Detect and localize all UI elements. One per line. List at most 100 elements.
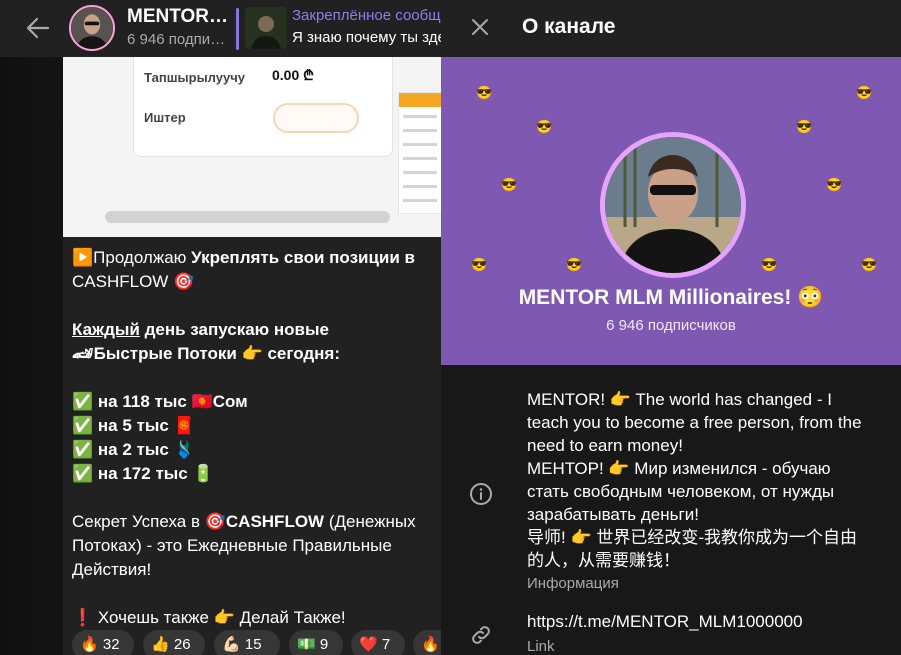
message-screenshot[interactable]: Тапшырылуучу 0.00 ₾ Иштер <box>63 57 441 237</box>
fire-icon: 🔥 <box>80 636 99 653</box>
reaction-count: 7 <box>381 636 391 653</box>
text-span: день запускаю новые <box>139 320 329 339</box>
horizontal-scrollbar <box>105 211 390 223</box>
side-item <box>403 171 437 174</box>
text-span: 👉 сегодня: <box>236 344 341 363</box>
link-icon <box>472 626 490 644</box>
channel-description[interactable]: MENTOR! 👉 The world has changed - I teac… <box>527 388 893 572</box>
balance-value: 0.00 ₾ <box>272 67 314 83</box>
reaction-count: 9 <box>319 636 329 653</box>
channel-link[interactable]: https://t.me/MENTOR_MLM1000000 <box>527 612 803 632</box>
balance-card: Тапшырылуучу 0.00 ₾ Иштер <box>133 57 393 157</box>
text-span: (Денежных <box>324 512 416 531</box>
reaction-heart[interactable]: ❤️ 7 <box>351 630 405 655</box>
text-span: Секрет Успеха в 🎯 <box>72 512 226 531</box>
car-icon: 🏎 <box>72 344 94 363</box>
reactions-bar: 🔥 32 👍 26 💪🏻 15 💵 9 ❤️ 7 🔥 <box>72 630 441 655</box>
fire-icon: 🔥 <box>421 636 440 653</box>
channel-subscribers: 6 946 подпи… <box>127 31 226 48</box>
text-span: на 118 тыс <box>97 392 187 411</box>
reaction-fire-2[interactable]: 🔥 <box>413 630 441 655</box>
pattern-icon: 😎 <box>501 177 518 192</box>
text-span: CASHFLOW <box>225 512 325 531</box>
pattern-icon: 😎 <box>856 85 873 100</box>
pattern-icon: 😎 <box>761 257 778 272</box>
check-icon: ✅ <box>72 440 94 459</box>
message-text: ▶️Продолжаю Укреплять свои позиции в CAS… <box>72 246 437 630</box>
pattern-icon: 😎 <box>826 177 843 192</box>
pattern-icon: 😎 <box>476 85 493 100</box>
pinned-text[interactable]: Я знаю почему ты здесь <box>292 29 441 46</box>
description-line: need to earn money! <box>527 436 683 455</box>
reaction-count: 15 <box>244 636 262 653</box>
chat-header: MENTOR… 6 946 подпи… Закреплённое сообще… <box>0 0 441 57</box>
text-line: ❗ Хочешь также 👉 Делай Также! <box>72 608 346 627</box>
text-span: 🧧 <box>168 416 195 435</box>
close-icon[interactable] <box>468 15 492 39</box>
list-item: ✅ на 118 тыс 🇰🇬Сом <box>72 390 437 414</box>
text-span: на 2 тыс <box>97 440 169 459</box>
check-icon: ✅ <box>72 464 94 483</box>
description-line: teach you to become a free person, from … <box>527 413 862 432</box>
list-item: ✅ на 2 тыс 🩱 <box>72 438 437 462</box>
pattern-icon: 😎 <box>471 257 488 272</box>
text-span: Каждый <box>72 320 140 339</box>
side-panel-header <box>399 93 441 107</box>
channel-title[interactable]: MENTOR… <box>127 6 228 28</box>
description-line: МЕНТОР! 👉 Мир изменился - обучаю <box>527 459 831 478</box>
subscriber-count: 6 946 подписчиков <box>606 317 736 334</box>
side-item <box>403 157 437 160</box>
side-item <box>403 115 437 118</box>
reaction-muscle[interactable]: 💪🏻 15 <box>214 630 280 655</box>
check-icon: ✅ <box>72 416 94 435</box>
heart-icon: ❤️ <box>359 636 378 653</box>
reaction-count: 32 <box>102 636 120 653</box>
muscle-icon: 💪🏻 <box>222 636 241 653</box>
channel-hero: 😎 😎 😎 😎 😎 😎 😎 😎 😎 😎 MENTOR MLM Millionai… <box>441 57 901 365</box>
pinned-thumbnail[interactable] <box>245 7 287 49</box>
text-span: на 172 тыс <box>97 464 188 483</box>
pattern-icon: 😎 <box>796 119 813 134</box>
channel-avatar[interactable] <box>69 5 115 51</box>
play-icon: ▶️ <box>72 248 94 267</box>
text-span: Быстрые Потоки <box>93 344 237 363</box>
side-item <box>403 199 437 202</box>
text-line: Действия! <box>72 560 152 579</box>
reaction-money[interactable]: 💵 9 <box>289 630 343 655</box>
description-line: зарабатывать деньги! <box>527 505 699 524</box>
text-span: Продолжаю <box>93 248 192 267</box>
description-line: 导师! 👉 世界已经改变-我教你成为一个自由 <box>527 528 857 547</box>
list-item: ✅ на 5 тыс 🧧 <box>72 414 437 438</box>
text-span: 🔋 <box>187 464 214 483</box>
side-item <box>403 143 437 146</box>
description-line: 的人，从需要赚钱！ <box>527 551 680 570</box>
reaction-fire[interactable]: 🔥 32 <box>72 630 134 655</box>
pinned-title[interactable]: Закреплённое сообщение <box>292 7 441 24</box>
reaction-count: 26 <box>173 636 191 653</box>
text-line: CASHFLOW 🎯 <box>72 272 195 291</box>
arrow-left-icon[interactable] <box>24 14 52 42</box>
text-span: Укреплять свои позиции в <box>191 248 416 267</box>
message-bubble[interactable]: Тапшырылуучу 0.00 ₾ Иштер ▶️Продолжаю Ук… <box>63 57 441 655</box>
text-line: Потоках) - это Ежедневные Правильные <box>72 536 392 555</box>
pattern-icon: 😎 <box>536 119 553 134</box>
channel-avatar-large[interactable] <box>600 132 746 278</box>
check-icon: ✅ <box>72 392 94 411</box>
panel-title: О канале <box>522 15 616 38</box>
link-label: Link <box>527 638 555 655</box>
description-line: MENTOR! 👉 The world has changed - I <box>527 390 832 409</box>
list-item: ✅ на 172 тыс 🔋 <box>72 462 437 486</box>
text-span: 🇰🇬Сом <box>186 392 248 411</box>
info-label: Информация <box>527 575 619 592</box>
pinned-indicator <box>236 8 239 50</box>
side-panel <box>398 92 441 214</box>
reaction-thumbs-up[interactable]: 👍 26 <box>143 630 205 655</box>
pattern-icon: 😎 <box>566 257 583 272</box>
action-pill <box>273 103 359 133</box>
balance-label: Тапшырылуучу <box>144 70 246 85</box>
money-icon: 💵 <box>297 636 316 653</box>
side-item <box>403 129 437 132</box>
thumbs-up-icon: 👍 <box>151 636 170 653</box>
channel-name: MENTOR MLM Millionaires! 😳 <box>518 286 824 309</box>
text-span: 🩱 <box>168 440 195 459</box>
